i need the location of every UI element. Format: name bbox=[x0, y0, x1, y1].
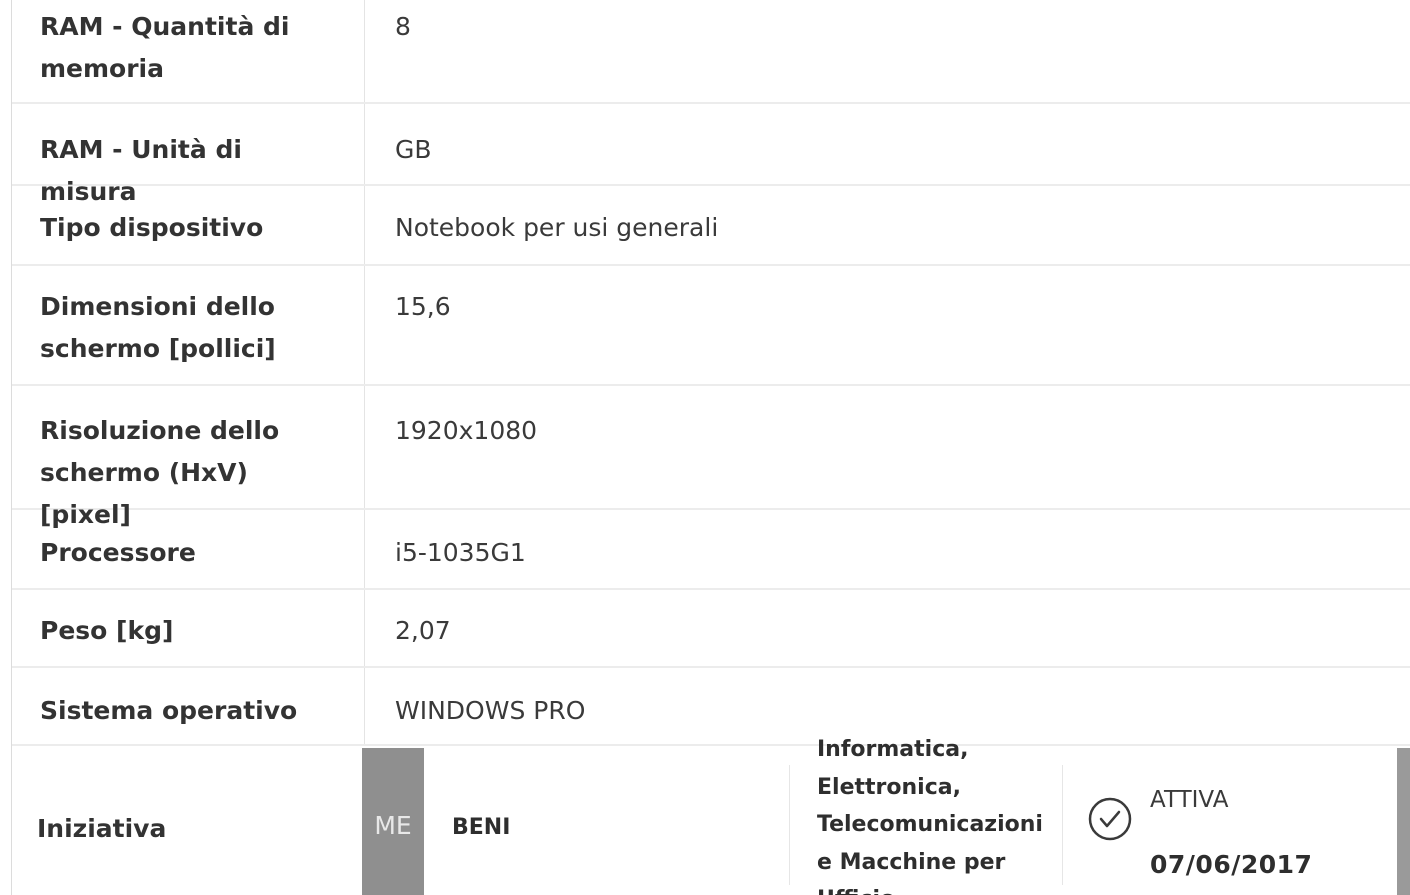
spec-value: 2,07 bbox=[395, 616, 451, 645]
check-circle-icon bbox=[1088, 797, 1132, 841]
spec-label: RAM - Quantità di memoria bbox=[40, 12, 290, 83]
initiative-label: Iniziativa bbox=[37, 814, 167, 843]
spec-label: Dimensioni dello schermo [pollici] bbox=[40, 292, 276, 363]
spec-row-ram-unit: RAM - Unità di misura GB bbox=[12, 104, 1410, 206]
spec-value: i5-1035G1 bbox=[395, 538, 526, 567]
spec-row-device-type: Tipo dispositivo Notebook per usi genera… bbox=[12, 186, 1410, 266]
product-spec-page: RAM - Quantità di memoria 8 RAM - Unità … bbox=[0, 0, 1410, 895]
initiative-divider bbox=[789, 765, 790, 885]
spec-value: WINDOWS PRO bbox=[395, 696, 586, 725]
spec-label: Sistema operativo bbox=[40, 696, 298, 725]
spec-row-screen-resolution: Risoluzione dello schermo (HxV) [pixel] … bbox=[12, 386, 1410, 529]
spec-row-ram-quantity: RAM - Quantità di memoria 8 bbox=[12, 0, 1410, 104]
initiative-type: BENI bbox=[452, 815, 511, 840]
initiative-badge-text: ME bbox=[374, 811, 412, 840]
spec-row-weight: Peso [kg] 2,07 bbox=[12, 590, 1410, 668]
initiative-action-bar[interactable] bbox=[1397, 748, 1410, 895]
initiative-status: ATTIVA bbox=[1150, 787, 1229, 813]
spec-label: Peso [kg] bbox=[40, 616, 174, 645]
initiative-badge: ME bbox=[362, 748, 424, 895]
spec-value: 1920x1080 bbox=[395, 416, 538, 445]
initiative-category: Informatica, Elettronica, Telecomunicazi… bbox=[817, 737, 1043, 895]
spec-value: 15,6 bbox=[395, 292, 451, 321]
initiative-divider bbox=[1062, 765, 1063, 885]
spec-row-operating-system: Sistema operativo WINDOWS PRO bbox=[12, 668, 1410, 746]
spec-value: GB bbox=[395, 135, 432, 164]
spec-row-processor: Processore i5-1035G1 bbox=[12, 510, 1410, 590]
initiative-date: 07/06/2017 bbox=[1150, 850, 1313, 879]
spec-label: Processore bbox=[40, 538, 196, 567]
spec-value: 8 bbox=[395, 12, 411, 41]
spec-label: Tipo dispositivo bbox=[40, 213, 264, 242]
spec-value: Notebook per usi generali bbox=[395, 213, 719, 242]
spec-row-screen-size: Dimensioni dello schermo [pollici] 15,6 bbox=[12, 266, 1410, 386]
